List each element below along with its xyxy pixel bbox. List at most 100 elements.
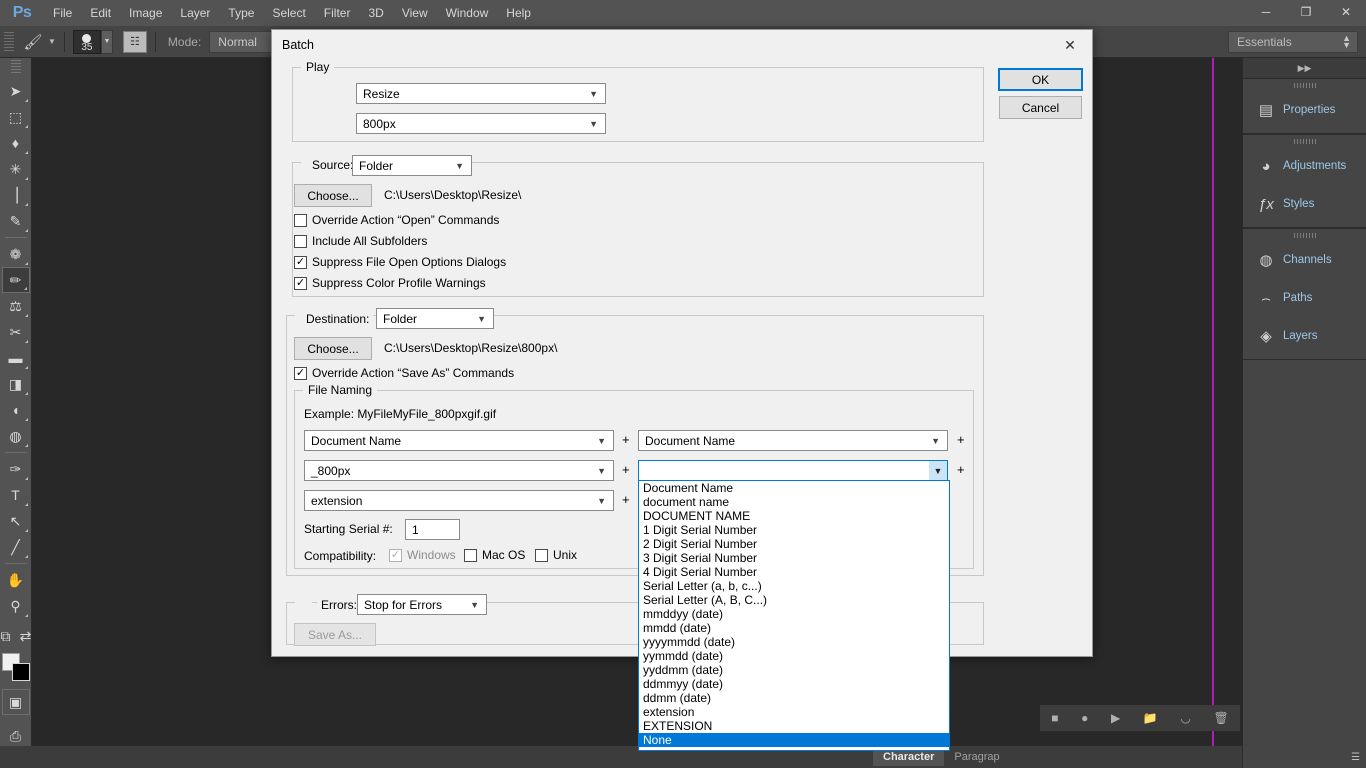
checkbox-compat-macos[interactable]: Mac OS (464, 548, 525, 562)
menu-select[interactable]: Select (263, 0, 314, 26)
delete-layer-icon[interactable]: 🗑 (1213, 711, 1228, 725)
menu-help[interactable]: Help (497, 0, 540, 26)
brush-size-field[interactable]: 35 (73, 30, 101, 54)
move-tool[interactable]: ➤ (2, 78, 30, 104)
quick-mask-icon[interactable]: ▣ (2, 689, 30, 715)
naming-field-1-select[interactable]: Document Name ▼ (304, 430, 614, 451)
panel-tab-properties[interactable]: ▤ Properties (1243, 91, 1366, 129)
magic-wand-tool[interactable]: ✳ (2, 156, 30, 182)
dropdown-option[interactable]: 1 Digit Serial Number (639, 523, 949, 537)
menu-window[interactable]: Window (437, 0, 498, 26)
panel-tab-paths[interactable]: ⌢ Paths (1243, 279, 1366, 317)
dropdown-option[interactable]: yyyymmdd (date) (639, 635, 949, 649)
brush-preset-chevron-down-icon[interactable]: ▼ (48, 37, 56, 46)
cancel-button[interactable]: Cancel (999, 96, 1082, 119)
swap-colors-icon[interactable]: ⇄ (19, 623, 33, 649)
panel-tab-styles[interactable]: ƒx Styles (1243, 185, 1366, 223)
minimize-icon[interactable]: ─ (1246, 0, 1286, 24)
dropdown-option[interactable]: 4 Digit Serial Number (639, 565, 949, 579)
dropdown-option[interactable]: 3 Digit Serial Number (639, 551, 949, 565)
chevron-down-icon[interactable]: ▼ (929, 461, 947, 480)
dodge-tool[interactable]: ◍ (2, 423, 30, 449)
dropdown-option[interactable]: None (639, 733, 949, 747)
eyedropper-tool[interactable]: ✎ (2, 208, 30, 234)
set-select[interactable]: Resize ▼ (356, 83, 606, 104)
naming-field-4-select[interactable]: ▼ (638, 460, 948, 481)
menu-view[interactable]: View (393, 0, 437, 26)
panel-grip[interactable] (1243, 229, 1366, 241)
checkbox-suppress-color-profile-warnings[interactable]: ✓ Suppress Color Profile Warnings (294, 276, 486, 290)
dropdown-option[interactable]: ddmm (date) (639, 691, 949, 705)
link-layers-icon[interactable]: ■ (1051, 711, 1058, 725)
panel-menu-icon[interactable]: ☰ (1351, 752, 1360, 763)
double-arrow-collapse-icon[interactable]: ▶▶ (1243, 58, 1366, 78)
color-swatches[interactable] (2, 653, 30, 681)
zoom-tool[interactable]: ⚲ (2, 593, 30, 619)
dropdown-option[interactable]: document name (639, 495, 949, 509)
dropdown-option[interactable]: 2 Digit Serial Number (639, 537, 949, 551)
menu-edit[interactable]: Edit (81, 0, 120, 26)
dropdown-option[interactable]: Document Name (639, 481, 949, 495)
crop-tool[interactable]: ⎟ (2, 182, 30, 208)
close-icon[interactable]: ✕ (1048, 30, 1092, 60)
panel-tab-channels[interactable]: ◍ Channels (1243, 241, 1366, 279)
layer-style-icon[interactable]: ● (1081, 711, 1088, 725)
panel-tab-adjustments[interactable]: ◕ Adjustments (1243, 147, 1366, 185)
new-layer-icon[interactable]: ◡ (1180, 711, 1190, 725)
history-brush-tool[interactable]: ✂ (2, 319, 30, 345)
menu-3d[interactable]: 3D (359, 0, 392, 26)
checkbox-compat-unix[interactable]: Unix (535, 548, 577, 562)
hand-tool[interactable]: ✋ (2, 567, 30, 593)
dropdown-option[interactable]: DOCUMENT NAME (639, 509, 949, 523)
dropdown-option[interactable]: EXTENSION (639, 719, 949, 733)
dropdown-option[interactable]: ddmmyy (date) (639, 677, 949, 691)
checkbox-include-all-subfolders[interactable]: Include All Subfolders (294, 234, 427, 248)
pen-tool[interactable]: ✑ (2, 456, 30, 482)
dropdown-option[interactable]: Serial Letter (A, B, C...) (639, 593, 949, 607)
destination-choose-button[interactable]: Choose... (294, 337, 372, 360)
checkbox-suppress-file-open-dialogs[interactable]: ✓ Suppress File Open Options Dialogs (294, 255, 506, 269)
source-type-select[interactable]: Folder ▼ (352, 155, 472, 176)
tablet-pressure-icon[interactable]: ☷ (123, 31, 147, 53)
close-icon[interactable]: ✕ (1326, 0, 1366, 24)
dropdown-option[interactable]: Serial Letter (a, b, c...) (639, 579, 949, 593)
naming-field-3-select[interactable]: _800px ▼ (304, 460, 614, 481)
naming-field-4-dropdown-list[interactable]: Document Namedocument nameDOCUMENT NAME1… (638, 480, 950, 751)
menu-layer[interactable]: Layer (171, 0, 219, 26)
lasso-tool[interactable]: ♦ (2, 130, 30, 156)
checkbox-override-save-as-commands[interactable]: ✓ Override Action “Save As” Commands (294, 366, 514, 380)
brush-tool[interactable]: ✏ (2, 267, 30, 293)
panel-tab-layers[interactable]: ◈ Layers (1243, 317, 1366, 355)
panel-grip[interactable] (1243, 135, 1366, 147)
clone-stamp-tool[interactable]: ⚖ (2, 293, 30, 319)
menu-image[interactable]: Image (120, 0, 171, 26)
menu-type[interactable]: Type (219, 0, 263, 26)
brush-icon[interactable]: 🖌 (20, 30, 46, 54)
panel-grip[interactable] (1243, 79, 1366, 91)
restore-icon[interactable]: ❐ (1286, 0, 1326, 24)
naming-field-2-select[interactable]: Document Name ▼ (638, 430, 948, 451)
eraser-tool[interactable]: ▬ (2, 345, 30, 371)
new-group-icon[interactable]: 📁 (1143, 711, 1158, 725)
background-color-swatch[interactable] (12, 663, 30, 681)
type-tool[interactable]: T (2, 482, 30, 508)
line-shape-tool[interactable]: ╱ (2, 534, 30, 560)
action-select[interactable]: 800px ▼ (356, 113, 606, 134)
checkbox-override-open-commands[interactable]: Override Action “Open” Commands (294, 213, 499, 227)
starting-serial-input[interactable]: 1 (405, 519, 460, 540)
menu-file[interactable]: File (44, 0, 81, 26)
dropdown-option[interactable]: mmdd (date) (639, 621, 949, 635)
blur-tool[interactable]: ◖ (2, 397, 30, 423)
dropdown-option[interactable]: extension (639, 705, 949, 719)
gradient-tool[interactable]: ◨ (2, 371, 30, 397)
spot-healing-brush-tool[interactable]: ❁ (2, 241, 30, 267)
path-selection-tool[interactable]: ↖ (2, 508, 30, 534)
destination-type-select[interactable]: Folder ▼ (376, 308, 494, 329)
dropdown-option[interactable]: yyddmm (date) (639, 663, 949, 677)
default-colors-icon[interactable]: ⧉ (0, 623, 13, 649)
dropdown-option[interactable]: yymmdd (date) (639, 649, 949, 663)
ok-button[interactable]: OK (998, 68, 1083, 91)
tools-panel-grip[interactable] (11, 60, 21, 74)
rectangular-marquee-tool[interactable]: ⬚ (2, 104, 30, 130)
naming-field-5-select[interactable]: extension ▼ (304, 490, 614, 511)
